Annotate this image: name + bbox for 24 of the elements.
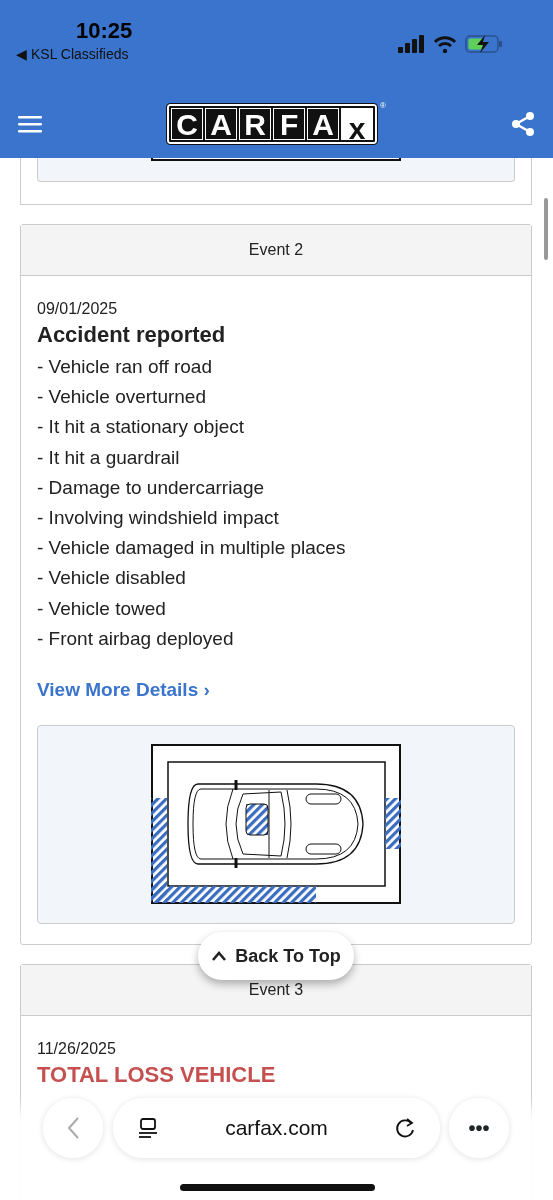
back-arrow[interactable]: ◀ <box>16 44 27 65</box>
event-header: Event 2 <box>21 225 531 276</box>
event-detail: - Vehicle ran off road <box>37 355 213 379</box>
event-detail: - Front airbag deployed <box>37 626 235 651</box>
event-detail: - It hit a stationary object <box>37 415 245 440</box>
status-time: 10:25 <box>76 18 133 44</box>
registered-mark: ® <box>380 100 386 112</box>
view-more-details-link[interactable]: View More Details › <box>37 676 210 705</box>
event-detail: - Vehicle towed <box>37 596 167 621</box>
event-detail: - It hit a guardrail <box>37 445 181 470</box>
url-text: carfax.com <box>225 1115 328 1142</box>
event-detail: - Damage to undercarriage <box>37 475 266 500</box>
carfax-logo[interactable]: C A R F A x <box>167 104 378 144</box>
event-detail: - Involving windshield impact <box>37 506 280 530</box>
address-bar[interactable]: carfax.com <box>113 1098 440 1158</box>
event-date: 11/26/2025 <box>37 1038 117 1059</box>
event-title: TOTAL LOSS VEHICLE <box>37 1060 277 1089</box>
back-to-top-button[interactable]: Back To Top <box>198 932 354 980</box>
event-detail: - Vehicle damaged in multiple places <box>37 536 347 561</box>
event-detail: - Vehicle disabled <box>37 566 187 591</box>
event-detail: - Vehicle overturned <box>37 385 207 410</box>
event-title: Accident reported <box>37 321 227 349</box>
back-app-link[interactable]: KSL Classifieds <box>31 44 129 65</box>
event-date: 09/01/2025 <box>37 299 119 319</box>
